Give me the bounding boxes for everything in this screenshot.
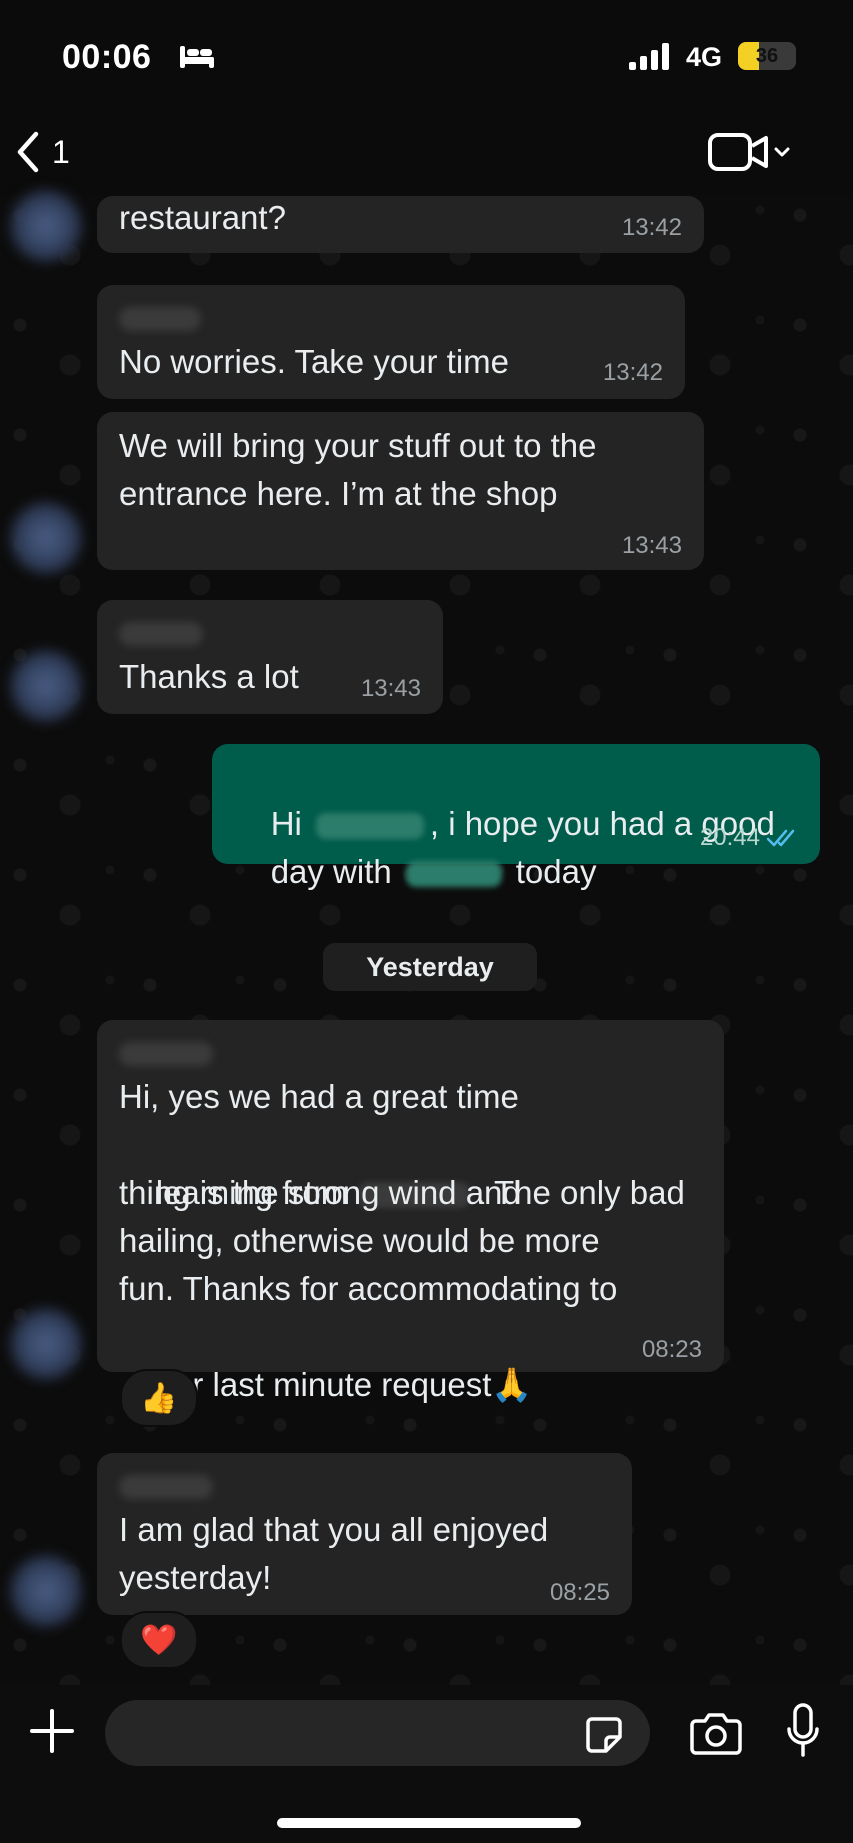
bed-icon [180,46,214,68]
message-bubble-outgoing[interactable]: Hi, i hope you had a good day with today … [212,744,820,890]
praying-hands-emoji: 🙏 [491,1366,533,1403]
message-text: day with today [234,800,597,944]
chat-header: 1 [0,110,853,195]
sender-name-redacted [119,622,203,646]
avatar[interactable] [10,1555,82,1627]
reaction-badge[interactable]: 👍 [120,1369,198,1427]
message-text: fun. Thanks for accommodating to [119,1270,618,1307]
network-type: 4G [686,42,723,72]
message-bubble-incoming[interactable]: Thanks a lot 13:43 [97,600,443,714]
message-bubble-incoming[interactable]: No worries. Take your time 13:42 [97,285,685,399]
unread-count: 1 [52,133,70,170]
status-bar: 00:06 4G 36 [0,0,853,110]
message-time: 13:43 [360,675,421,702]
camera-icon[interactable] [690,1711,742,1755]
microphone-icon[interactable] [786,1703,820,1759]
message-time: 13:42 [602,359,663,386]
battery-icon: 36 [738,42,796,70]
signal-bars-icon [629,43,669,70]
chevron-down-icon [774,147,790,157]
avatar[interactable] [10,1308,82,1380]
message-time: 13:43 [621,532,682,559]
message-bubble-incoming[interactable]: restaurant? 13:42 [97,196,704,253]
message-bubble-incoming[interactable]: Hi, yes we had a great time learning fro… [97,1020,724,1403]
sender-name-redacted [119,1042,213,1066]
sender-name-redacted [119,1475,213,1499]
video-camera-icon [708,133,768,171]
message-input-bar [0,1685,853,1843]
message-time: 20:44 [700,824,800,852]
message-text: thing is the strong wind and [119,1174,521,1211]
message-input[interactable] [105,1700,650,1766]
message-text-part: our last minute request [155,1366,492,1403]
date-separator: Yesterday [323,943,537,991]
message-time: 08:25 [549,1579,610,1606]
message-text: I am glad that you all enjoyed [119,1511,549,1548]
sender-name-redacted [119,307,201,331]
status-time: 00:06 [62,38,152,76]
heart-emoji: ❤️ [140,1623,178,1657]
avatar[interactable] [10,190,82,262]
message-bubble-incoming[interactable]: We will bring your stuff out to the entr… [97,412,704,570]
message-text: yesterday! [119,1559,272,1596]
message-text: restaurant? [119,199,286,236]
redacted-name [405,861,502,888]
home-indicator [277,1818,581,1828]
chevron-left-icon [17,131,39,173]
avatar[interactable] [10,650,82,722]
message-text: No worries. Take your time [119,343,510,380]
message-text: Hi, yes we had a great time [119,1078,519,1115]
message-text: entrance here. I’m at the shop [119,475,558,512]
thumbs-up-emoji: 👍 [140,1381,178,1415]
message-text: We will bring your stuff out to the [119,427,597,464]
battery-level: 36 [755,45,779,67]
back-button[interactable]: 1 [14,130,70,174]
avatar[interactable] [10,502,82,574]
message-text-part: day with [270,853,392,890]
message-time-text: 20:44 [699,824,760,851]
message-time: 13:42 [621,214,682,241]
reaction-badge[interactable]: ❤️ [120,1611,198,1669]
video-call-button[interactable] [708,130,798,174]
message-text: hailing, otherwise would be more [119,1222,600,1259]
message-bubble-incoming[interactable]: I am glad that you all enjoyed yesterday… [97,1453,632,1615]
double-check-read-icon [766,829,795,847]
message-time: 08:23 [641,1336,702,1363]
message-text: Thanks a lot [119,658,299,695]
sticker-icon[interactable] [584,1715,624,1755]
plus-icon[interactable] [28,1707,76,1755]
message-text-part: today [515,853,597,890]
